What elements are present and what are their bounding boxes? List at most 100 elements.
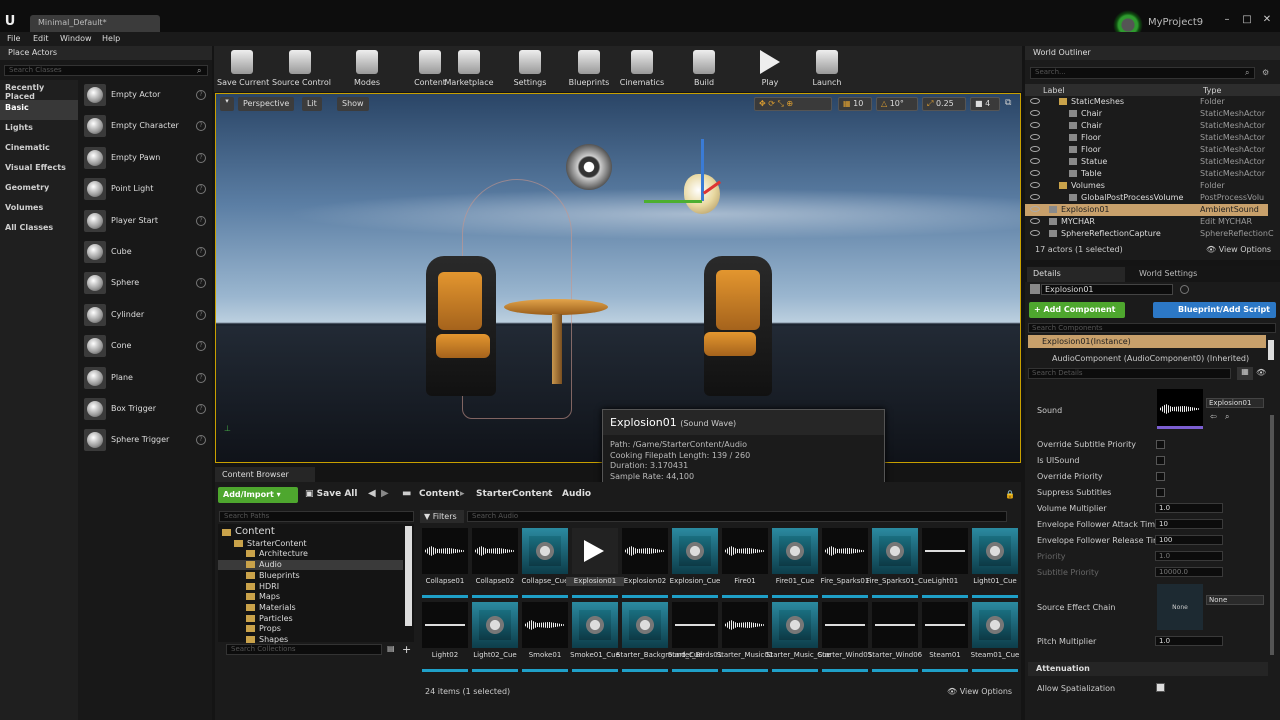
sound-asset-dropdown[interactable]: Explosion01 (1206, 398, 1264, 408)
asset-starter-wind05[interactable]: Starter_Wind05 (818, 602, 872, 672)
close-icon[interactable]: ✕ (1260, 14, 1274, 26)
actor-item-empty-pawn[interactable]: Empty Pawn? (80, 145, 210, 173)
asset-fire-sparks01[interactable]: Fire_Sparks01 (821, 528, 869, 598)
search-assets-input[interactable]: Search Audio (467, 511, 1007, 522)
tree-scrollbar[interactable] (405, 526, 412, 626)
col-type[interactable]: Type (1203, 86, 1221, 95)
use-selected-icon[interactable]: ⇦ (1210, 412, 1217, 421)
category-cinematic[interactable]: Cinematic (0, 140, 78, 160)
minimize-icon[interactable]: – (1220, 14, 1234, 26)
category-all-classes[interactable]: All Classes (0, 220, 78, 240)
tree-folder-content[interactable]: Content (218, 526, 403, 538)
override-subtitle-priority-checkbox[interactable] (1156, 440, 1165, 449)
actor-item-cone[interactable]: Cone? (80, 333, 210, 361)
asset-explosion02[interactable]: Explosion02 (622, 528, 668, 598)
add-component-button[interactable]: + Add Component (1029, 302, 1125, 318)
visibility-eye-icon[interactable] (1030, 122, 1040, 128)
visibility-eye-icon[interactable] (1030, 158, 1040, 164)
outliner-row-floor[interactable]: Floor StaticMeshActor (1025, 132, 1268, 144)
help-icon[interactable]: ? (196, 121, 206, 132)
details-tab[interactable]: Details (1027, 267, 1125, 282)
envelope-follower-attack-time-field[interactable]: 10 (1155, 519, 1223, 529)
tree-folder-hdri[interactable]: HDRI (218, 582, 403, 592)
visibility-eye-icon[interactable] (1030, 170, 1040, 176)
table-leg[interactable] (552, 314, 562, 384)
tree-folder-architecture[interactable]: Architecture (218, 549, 403, 559)
save-all-button[interactable]: ▣ Save All (305, 489, 357, 499)
asset-explosion01[interactable]: Explosion01 (566, 528, 624, 598)
outliner-row-spherereflectioncapture[interactable]: SphereReflectionCapture SphereReflectionC (1025, 228, 1274, 240)
actor-item-player-start[interactable]: Player Start? (80, 208, 210, 236)
search-details-input[interactable]: Search Details (1028, 368, 1231, 379)
grid-snap[interactable]: ▦ 10 (838, 97, 872, 111)
actor-name-field[interactable]: Explosion01 (1041, 284, 1173, 295)
category-geometry[interactable]: Geometry (0, 180, 78, 200)
asset-light01[interactable]: Light01 (922, 528, 968, 598)
breadcrumb-audio[interactable]: Audio (562, 489, 591, 499)
details-eye-icon[interactable]: 👁 (1256, 368, 1266, 377)
search-components-input[interactable]: Search Components (1028, 323, 1276, 333)
level-tab[interactable]: Minimal_Default* (30, 15, 160, 32)
browse-icon[interactable]: ⌕ (1225, 412, 1229, 422)
outliner-row-staticmeshes[interactable]: StaticMeshes Folder (1025, 96, 1268, 108)
breadcrumb-startercontent[interactable]: StarterContent (476, 489, 552, 499)
actor-item-plane[interactable]: Plane? (80, 365, 210, 393)
asset-steam01-cue[interactable]: Steam01_Cue (971, 602, 1019, 672)
outliner-row-floor[interactable]: Floor StaticMeshActor (1025, 144, 1268, 156)
add-collection-icon[interactable]: + (402, 643, 411, 656)
menu-help[interactable]: Help (102, 34, 120, 43)
breadcrumb-content[interactable]: Content (419, 489, 459, 499)
tree-folder-props[interactable]: Props (218, 624, 403, 634)
lock-icon[interactable] (1180, 285, 1189, 294)
suppress-subtitles-checkbox[interactable] (1156, 488, 1165, 497)
outliner-row-explosion01[interactable]: Explosion01 AmbientSound (1025, 204, 1268, 216)
outliner-view-options[interactable]: 👁 View Options (1206, 245, 1271, 254)
menu-edit[interactable]: Edit (33, 34, 49, 43)
audio-component-row[interactable]: AudioComponent (AudioComponent0) (Inheri… (1052, 354, 1249, 363)
toolbar-play-button[interactable]: Play (745, 48, 795, 90)
visibility-eye-icon[interactable] (1030, 218, 1040, 224)
tree-folder-maps[interactable]: Maps (218, 592, 403, 602)
asset-fire01-cue[interactable]: Fire01_Cue (772, 528, 818, 598)
asset-starter-wind06[interactable]: Starter_Wind06 (868, 602, 922, 672)
level-viewport[interactable]: ▾ Perspective Lit Show ✥ ⟳ ⤡ ⊕ ▦ 10 △ 10… (215, 93, 1021, 463)
lock-browser-icon[interactable]: 🔒 (1005, 490, 1015, 499)
actor-item-box-trigger[interactable]: Box Trigger? (80, 396, 210, 424)
visibility-eye-icon[interactable] (1030, 98, 1040, 104)
help-icon[interactable]: ? (196, 372, 206, 383)
maximize-viewport-icon[interactable]: ⧉ (1005, 98, 1017, 110)
category-basic[interactable]: Basic (0, 100, 78, 120)
asset-light02[interactable]: Light02 (422, 602, 468, 672)
help-icon[interactable]: ? (196, 435, 206, 446)
help-icon[interactable]: ? (196, 247, 206, 257)
outliner-row-table[interactable]: Table StaticMeshActor (1025, 168, 1268, 180)
asset-smoke01[interactable]: Smoke01 (522, 602, 568, 672)
show-button[interactable]: Show (337, 97, 369, 111)
col-label[interactable]: Label (1043, 86, 1065, 95)
help-icon[interactable]: ? (196, 90, 206, 100)
allow-spatialization-checkbox[interactable] (1156, 683, 1165, 692)
history-forward-icon[interactable]: ▶ (381, 488, 389, 499)
gizmo-y-axis[interactable] (644, 200, 702, 203)
table-top[interactable] (504, 299, 608, 315)
visibility-eye-icon[interactable] (1030, 110, 1040, 116)
asset-collapse-cue[interactable]: Collapse_Cue (522, 528, 568, 598)
actor-item-cylinder[interactable]: Cylinder? (80, 302, 210, 330)
asset-smoke01-cue[interactable]: Smoke01_Cue (570, 602, 620, 672)
add-import-button[interactable]: Add/Import ▾ (218, 487, 298, 503)
collections-icon[interactable]: ▤ (387, 644, 395, 653)
asset-light01-cue[interactable]: Light01_Cue (972, 528, 1018, 598)
asset-starter-birds01[interactable]: Starter_Birds01 (668, 602, 722, 672)
viewport-menu-button[interactable]: ▾ (220, 97, 234, 111)
actor-item-empty-actor[interactable]: Empty Actor? (80, 82, 210, 110)
actor-item-empty-character[interactable]: Empty Character? (80, 113, 210, 141)
transform-tools[interactable]: ✥ ⟳ ⤡ ⊕ (754, 97, 832, 111)
outliner-row-globalpostprocessvolume[interactable]: GlobalPostProcessVolume PostProcessVolu (1025, 192, 1268, 204)
toolbar-source-control-button[interactable]: Source Control (272, 48, 331, 90)
category-visual-effects[interactable]: Visual Effects (0, 160, 78, 180)
pitch-multiplier-field[interactable]: 1.0 (1155, 636, 1223, 646)
actor-item-sphere-trigger[interactable]: Sphere Trigger? (80, 427, 210, 455)
history-back-icon[interactable]: ◀ (368, 488, 376, 499)
tree-folder-shapes[interactable]: Shapes (218, 635, 403, 645)
envelope-follower-release-time-field[interactable]: 100 (1155, 535, 1223, 545)
